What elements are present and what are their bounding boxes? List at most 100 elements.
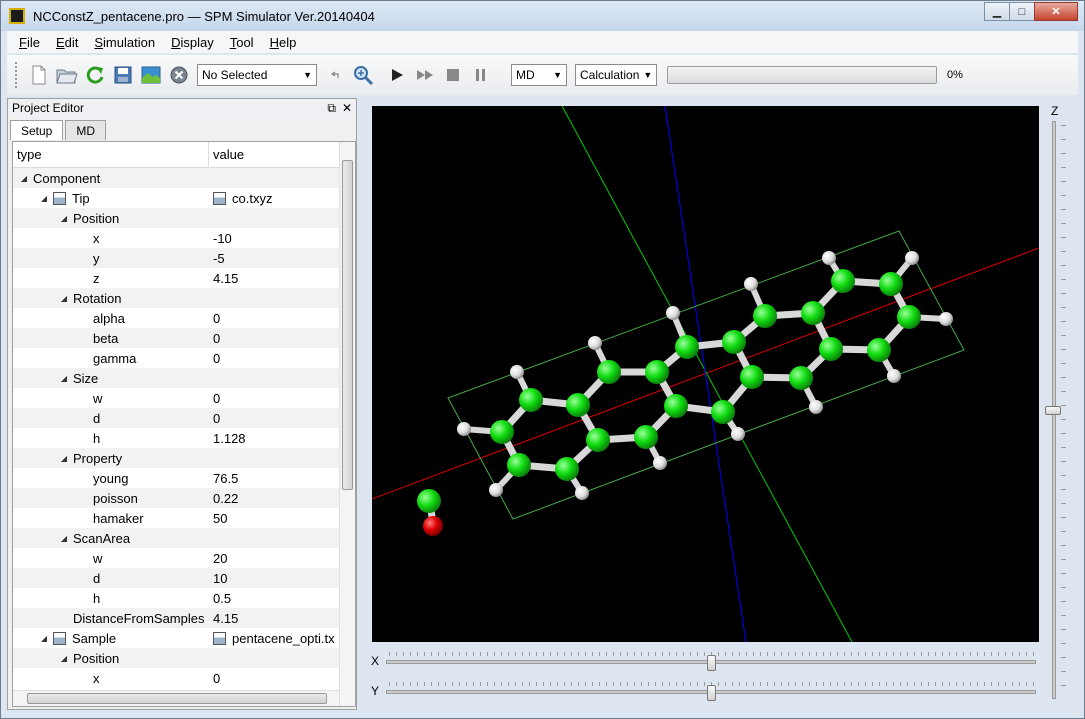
expand-arrow-icon[interactable]: ◢ bbox=[39, 194, 49, 203]
open-folder-icon[interactable] bbox=[55, 63, 79, 87]
tree-row-value[interactable]: 4.15 bbox=[209, 611, 339, 626]
tree-row-type: young bbox=[13, 471, 209, 486]
tree-row-value[interactable]: 0 bbox=[209, 311, 339, 326]
tree-row-value[interactable]: co.txyz bbox=[209, 191, 339, 206]
tree-row[interactable]: gamma 0 bbox=[13, 348, 339, 368]
carbon-atom bbox=[597, 360, 621, 384]
expand-arrow-icon[interactable]: ◢ bbox=[19, 174, 29, 183]
tree-row[interactable]: young 76.5 bbox=[13, 468, 339, 488]
pause-icon[interactable] bbox=[469, 63, 493, 87]
close-circle-icon[interactable] bbox=[167, 63, 191, 87]
selection-dropdown[interactable]: No Selected ▼ bbox=[197, 64, 317, 86]
tree-row-value[interactable]: 10 bbox=[209, 571, 339, 586]
tree-row[interactable]: poisson 0.22 bbox=[13, 488, 339, 508]
undo-arrow-icon[interactable] bbox=[323, 63, 347, 87]
tree-row-value[interactable]: 0.22 bbox=[209, 491, 339, 506]
close-panel-icon[interactable]: ✕ bbox=[342, 101, 352, 116]
y-slider-handle[interactable] bbox=[707, 685, 716, 701]
tree-row[interactable]: beta 0 bbox=[13, 328, 339, 348]
maximize-button[interactable]: □ bbox=[1009, 2, 1035, 21]
expand-arrow-icon[interactable]: ◢ bbox=[59, 374, 69, 383]
tree-row[interactable]: ◢ Sample pentacene_opti.tx bbox=[13, 628, 339, 648]
tree-row-value[interactable]: pentacene_opti.tx bbox=[209, 631, 339, 646]
tree-row[interactable]: d 10 bbox=[13, 568, 339, 588]
tree-row[interactable]: DistanceFromSamples 4.15 bbox=[13, 608, 339, 628]
tab-md[interactable]: MD bbox=[65, 120, 107, 140]
stop-icon[interactable] bbox=[441, 63, 465, 87]
tree-row-value[interactable]: 1.128 bbox=[209, 431, 339, 446]
tree-row-value[interactable]: 0 bbox=[209, 671, 339, 686]
toolbar-grip[interactable] bbox=[15, 62, 19, 88]
tree-row-value[interactable]: 50 bbox=[209, 511, 339, 526]
menu-display[interactable]: Display bbox=[163, 35, 222, 50]
tree-row-value[interactable]: 76.5 bbox=[209, 471, 339, 486]
tree-row-label: Rotation bbox=[73, 290, 122, 306]
tree-row-value[interactable]: 4.15 bbox=[209, 271, 339, 286]
tab-setup[interactable]: Setup bbox=[10, 120, 64, 140]
tree-row-value[interactable]: 0 bbox=[209, 331, 339, 346]
tree-row[interactable]: x0 bbox=[13, 668, 339, 688]
tree-row[interactable]: d0 bbox=[13, 408, 339, 428]
tree-row[interactable]: ◢ Position bbox=[13, 648, 339, 668]
menu-edit[interactable]: Edit bbox=[48, 35, 86, 50]
calculation-dropdown[interactable]: Calculation ▼ bbox=[575, 64, 657, 86]
mode-dropdown[interactable]: MD ▼ bbox=[511, 64, 567, 86]
tree-row-value[interactable]: 0 bbox=[209, 351, 339, 366]
tree-row[interactable]: z 4.15 bbox=[13, 268, 339, 288]
zoom-icon[interactable] bbox=[351, 63, 375, 87]
menu-help[interactable]: Help bbox=[262, 35, 305, 50]
new-file-icon[interactable] bbox=[27, 63, 51, 87]
tree-row[interactable]: h 1.128 bbox=[13, 428, 339, 448]
tree-row[interactable]: h 0.5 bbox=[13, 588, 339, 608]
menu-simulation[interactable]: Simulation bbox=[86, 35, 163, 50]
tree-row[interactable]: ◢ Property bbox=[13, 448, 339, 468]
expand-arrow-icon[interactable]: ◢ bbox=[59, 534, 69, 543]
expand-arrow-icon[interactable]: ◢ bbox=[59, 294, 69, 303]
scrollbar-thumb[interactable] bbox=[27, 693, 327, 704]
tree-row-value[interactable]: 0 bbox=[209, 391, 339, 406]
reload-icon[interactable] bbox=[83, 63, 107, 87]
column-header-value[interactable]: value bbox=[209, 142, 244, 167]
carbon-atom bbox=[586, 428, 610, 452]
menu-tool[interactable]: Tool bbox=[222, 35, 262, 50]
tree-row[interactable]: ◢ Tip co.txyz bbox=[13, 188, 339, 208]
tree-row[interactable]: x -10 bbox=[13, 228, 339, 248]
tree-row[interactable]: w0 bbox=[13, 388, 339, 408]
tree-row[interactable]: w 20 bbox=[13, 548, 339, 568]
tree-row[interactable]: ◢ Rotation bbox=[13, 288, 339, 308]
x-slider-handle[interactable] bbox=[707, 655, 716, 671]
tree-row[interactable]: hamaker 50 bbox=[13, 508, 339, 528]
tree-row-value[interactable]: 20 bbox=[209, 551, 339, 566]
project-editor-tabs: Setup MD bbox=[10, 120, 108, 140]
play-icon[interactable] bbox=[385, 63, 409, 87]
tree-row-value[interactable]: 0.5 bbox=[209, 591, 339, 606]
save-icon[interactable] bbox=[111, 63, 135, 87]
tree-row[interactable]: alpha 0 bbox=[13, 308, 339, 328]
vertical-scrollbar[interactable] bbox=[339, 142, 355, 706]
expand-arrow-icon[interactable]: ◢ bbox=[59, 454, 69, 463]
fast-forward-icon[interactable] bbox=[413, 63, 437, 87]
title-bar[interactable]: NCConstZ_pentacene.pro — SPM Simulator V… bbox=[1, 1, 1084, 31]
expand-arrow-icon[interactable]: ◢ bbox=[59, 214, 69, 223]
tree-row[interactable]: y -5 bbox=[13, 248, 339, 268]
tree-row[interactable]: ◢ Size bbox=[13, 368, 339, 388]
tree-row-value[interactable]: -5 bbox=[209, 251, 339, 266]
minimize-button[interactable]: ▁ bbox=[984, 2, 1010, 21]
z-slider-handle[interactable] bbox=[1045, 406, 1061, 415]
scrollbar-thumb[interactable] bbox=[342, 160, 353, 490]
tree-row-value[interactable]: 0 bbox=[209, 411, 339, 426]
float-panel-icon[interactable]: ⧉ bbox=[327, 101, 336, 116]
close-button[interactable]: ✕ bbox=[1034, 2, 1078, 21]
tree-row[interactable]: ◢ Component bbox=[13, 168, 339, 188]
menu-file[interactable]: File bbox=[11, 35, 48, 50]
column-header-type[interactable]: type bbox=[13, 142, 209, 167]
expand-arrow-icon[interactable]: ◢ bbox=[39, 634, 49, 643]
tree-row-value[interactable]: -10 bbox=[209, 231, 339, 246]
image-icon[interactable] bbox=[139, 63, 163, 87]
file-icon bbox=[213, 191, 226, 205]
tree-row[interactable]: ◢ Position bbox=[13, 208, 339, 228]
3d-viewport[interactable] bbox=[371, 105, 1040, 643]
horizontal-scrollbar[interactable] bbox=[13, 690, 339, 706]
tree-row[interactable]: ◢ ScanArea bbox=[13, 528, 339, 548]
expand-arrow-icon[interactable]: ◢ bbox=[59, 654, 69, 663]
